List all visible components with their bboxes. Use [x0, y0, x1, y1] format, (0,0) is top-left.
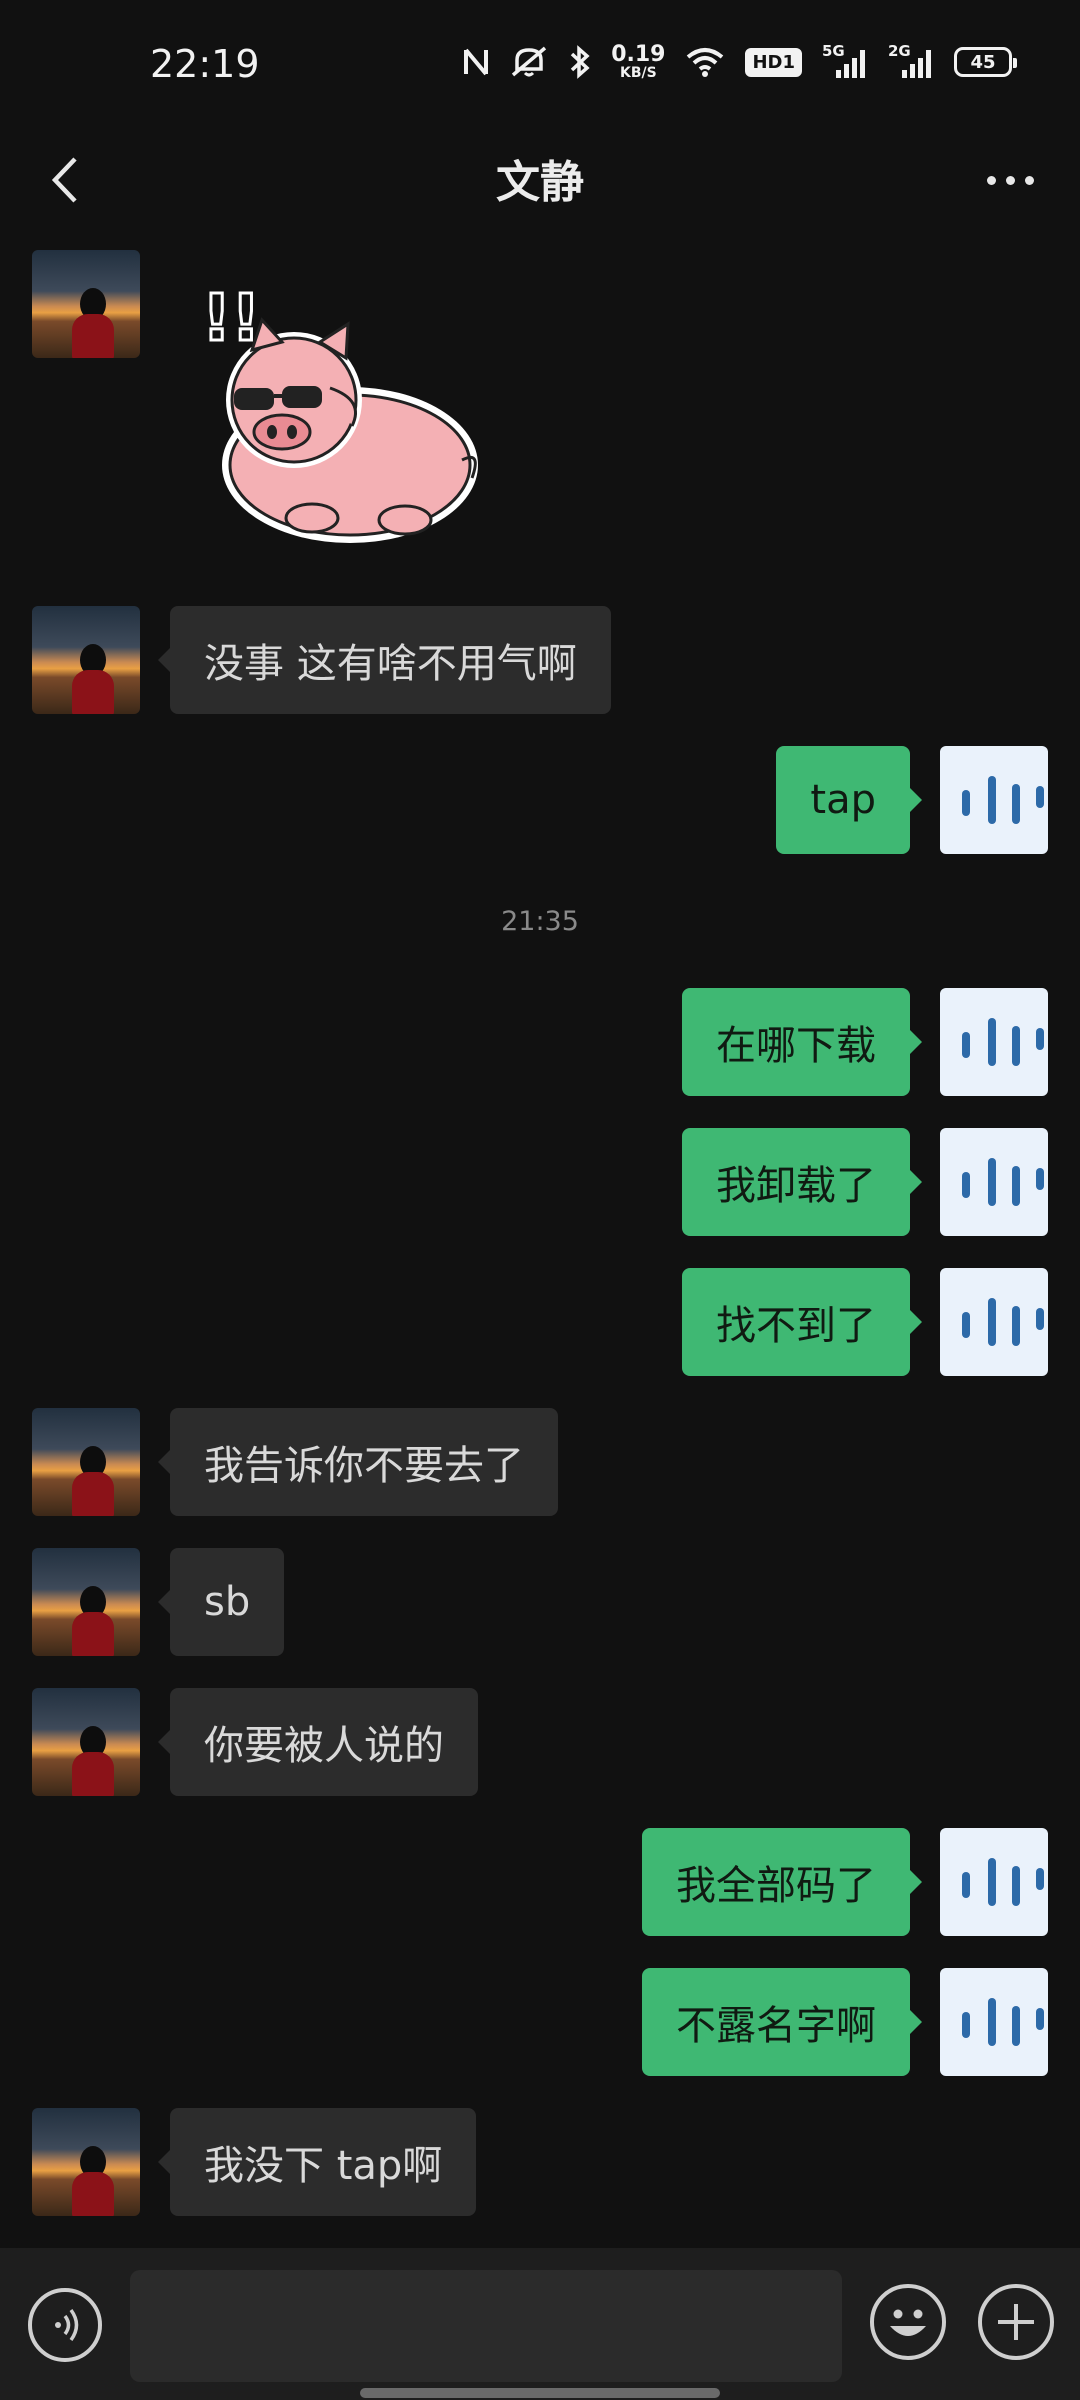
emoji-button[interactable] — [870, 2284, 946, 2360]
message-bubble-outgoing[interactable]: 我卸载了 — [682, 1128, 922, 1236]
contact-avatar[interactable] — [32, 1548, 140, 1656]
bluetooth-icon — [569, 45, 591, 79]
input-bar — [0, 2248, 1080, 2400]
plus-icon — [998, 2304, 1034, 2340]
message-bubble-incoming[interactable]: 我告诉你不要去了 — [158, 1408, 558, 1516]
mute-icon — [509, 45, 549, 79]
battery-level: 45 — [970, 51, 996, 73]
more-dots-icon — [1024, 175, 1034, 185]
my-avatar[interactable] — [940, 1968, 1048, 2076]
nfc-icon — [463, 46, 489, 78]
my-avatar[interactable] — [940, 988, 1048, 1096]
my-avatar[interactable] — [940, 1828, 1048, 1936]
voice-input-button[interactable] — [28, 2288, 102, 2362]
message-bubble-outgoing[interactable]: 找不到了 — [682, 1268, 922, 1376]
wifi-icon — [685, 46, 725, 78]
my-avatar[interactable] — [940, 746, 1048, 854]
message-bubble-incoming[interactable]: 我没下 tap啊 — [157, 2108, 477, 2216]
svg-text:!!: !! — [202, 282, 260, 356]
network-speed-unit: KB/S — [619, 65, 657, 81]
message-bubble-outgoing[interactable]: tap — [776, 746, 922, 854]
message-bubble-incoming[interactable]: 你要被人说的 — [158, 1688, 478, 1796]
more-dots-icon — [986, 175, 996, 185]
chat-header: 文静 — [0, 130, 1080, 240]
status-bar: 22:19 0.19 KB/S HD1 5G 2G 45 — [0, 0, 1080, 130]
signal-2g-icon: 2G — [888, 42, 934, 80]
battery-icon: 45 — [954, 47, 1017, 77]
contact-avatar[interactable] — [32, 606, 140, 714]
message-bubble-outgoing[interactable]: 我全部码了 — [642, 1828, 922, 1936]
message-bubble-outgoing[interactable]: 在哪下载 — [682, 988, 922, 1096]
my-avatar[interactable] — [940, 1268, 1048, 1376]
contact-avatar[interactable] — [32, 250, 140, 358]
network-speed: 0.19 KB/S — [611, 42, 666, 81]
signal-5g-icon: 5G — [822, 42, 868, 80]
emoji-icon — [890, 2309, 926, 2336]
home-indicator[interactable] — [360, 2388, 720, 2398]
status-icons: 0.19 KB/S HD1 5G 2G 45 — [463, 42, 1017, 81]
message-bubble-incoming[interactable]: sb — [157, 1548, 285, 1656]
more-dots-icon — [1005, 175, 1015, 185]
status-time: 22:19 — [150, 42, 260, 86]
message-bubble-outgoing[interactable]: 不露名字啊 — [642, 1968, 922, 2076]
more-actions-button[interactable] — [978, 2284, 1054, 2360]
chat-title: 文静 — [496, 157, 584, 208]
pig-sunglasses-sticker[interactable]: !! — [190, 280, 490, 550]
contact-avatar[interactable] — [32, 2108, 140, 2216]
my-avatar[interactable] — [940, 1128, 1048, 1236]
message-timestamp: 21:35 — [501, 906, 579, 937]
contact-avatar[interactable] — [32, 1688, 140, 1796]
message-bubble-incoming[interactable]: 没事 这有啥不用气啊 — [158, 606, 611, 714]
voice-icon — [55, 2308, 79, 2342]
more-options-button[interactable] — [970, 140, 1050, 220]
hd-badge: HD1 — [745, 47, 802, 77]
contact-avatar[interactable] — [32, 1408, 140, 1516]
network-speed-value: 0.19 — [611, 42, 666, 67]
message-input[interactable] — [130, 2270, 842, 2382]
